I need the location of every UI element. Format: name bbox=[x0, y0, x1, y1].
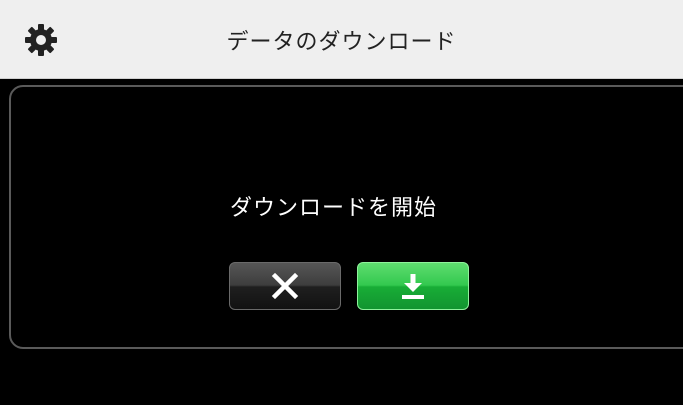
dialog-message: ダウンロードを開始 bbox=[229, 196, 437, 221]
cancel-button[interactable] bbox=[229, 262, 341, 310]
header-bar: データのダウンロード bbox=[0, 0, 683, 79]
download-icon bbox=[402, 274, 424, 299]
close-icon bbox=[271, 272, 299, 300]
screen: データのダウンロード ダウンロードを開始 bbox=[0, 0, 683, 405]
start-download-button[interactable] bbox=[357, 262, 469, 310]
page-title: データのダウンロード bbox=[226, 30, 457, 55]
